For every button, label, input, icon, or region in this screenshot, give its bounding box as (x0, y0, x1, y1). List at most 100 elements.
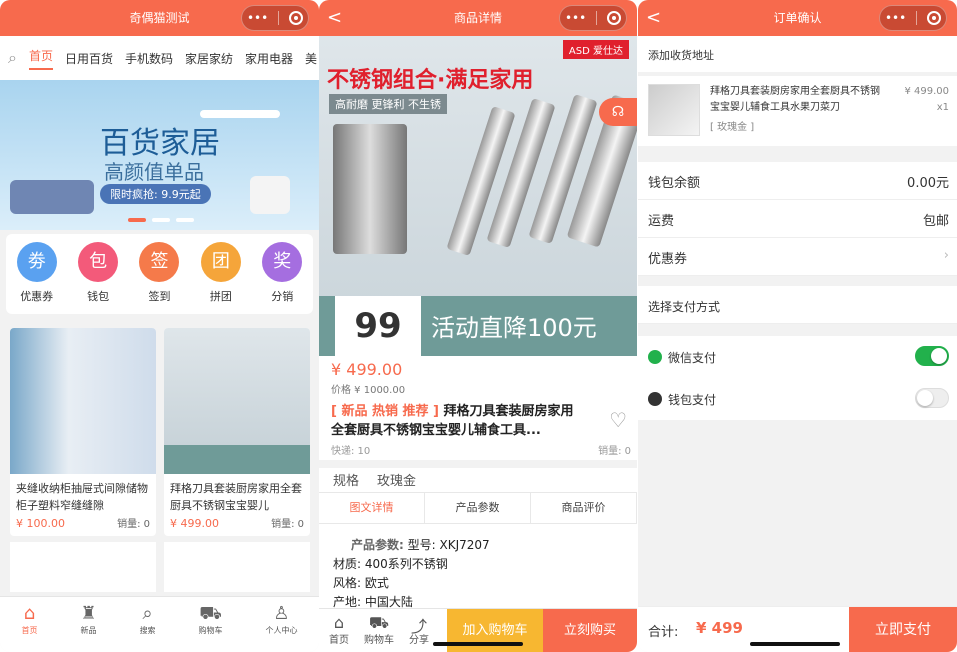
detail-screen: < 商品详情 ••• ASD 爱仕达 不锈钢组合·满足家用 高耐磨 更锋利 不生… (319, 0, 637, 652)
signin-entry[interactable]: 签签到 (139, 242, 180, 304)
product-grid: 夹缝收纳柜抽屉式间隙储物柜子塑料窄缝缝隙 ¥ 100.00 销量: 0 拜格刀具… (10, 328, 310, 536)
param-style: 风格: 欧式 (333, 576, 389, 590)
tab-new[interactable]: ♜ 新品 (80, 603, 96, 652)
miniapp-capsule[interactable]: ••• (559, 5, 627, 31)
back-icon[interactable]: < (646, 0, 661, 36)
group-buy-label: 拼团 (209, 290, 232, 303)
miniapp-capsule[interactable]: ••• (241, 5, 309, 31)
home-title-bar: 奇偶猫测试 ••• (0, 0, 319, 36)
wallet-pay-toggle[interactable] (915, 388, 949, 408)
cart-icon: ⛟ (199, 603, 222, 624)
sofa-image (10, 180, 94, 214)
pay-method-title: 选择支付方式 (638, 286, 957, 324)
category-tab-2[interactable]: 手机数码 (125, 50, 173, 67)
distribution-entry[interactable]: 奖分销 (262, 242, 303, 304)
order-item-price: ¥ 499.00 (904, 86, 949, 97)
product-info: ¥ 499.00 价格 ¥ 1000.00 [ 新品 热销 推荐 ] 拜格刀具套… (331, 360, 631, 457)
category-tab-3[interactable]: 家居家纺 (185, 50, 233, 67)
params-list: 产品参数: 型号: XKJ7207 材质: 400系列不锈钢 风格: 欧式 产地… (333, 536, 490, 612)
buy-now-button[interactable]: 立刻购买 (543, 609, 637, 652)
tab-profile[interactable]: ♙ 个人中心 (266, 603, 298, 652)
shipping-value: 包邮 (922, 214, 949, 229)
image-headline: 不锈钢组合·满足家用 (327, 68, 534, 93)
params-header: 产品参数: (351, 538, 404, 552)
bottom-home[interactable]: ⌂ 首页 (319, 609, 359, 652)
distribution-icon: 奖 (262, 242, 303, 282)
wallet-icon: 包 (78, 242, 119, 282)
feature-icon-row: 劵优惠券 包钱包 签签到 团拼团 奖分销 (6, 234, 313, 314)
image-promo-strip: 99 活动直降100元 (319, 296, 637, 356)
tab-reviews[interactable]: 商品评价 (531, 493, 637, 523)
banner-indicator (128, 218, 194, 222)
close-miniapp-icon[interactable] (289, 11, 304, 25)
wallet-pay-row[interactable]: 钱包支付 (638, 378, 957, 420)
product-main-image[interactable]: ASD 爱仕达 不锈钢组合·满足家用 高耐磨 更锋利 不生锈 ☊ 99 活动直降… (319, 36, 637, 356)
coupon-label: 优惠券 (648, 252, 688, 267)
coupon-entry[interactable]: 劵优惠券 (16, 242, 57, 304)
share-icon: ⤴ (410, 617, 427, 636)
sales-count: 销量: 0 (598, 446, 631, 457)
original-price: 价格 ¥ 1000.00 (331, 385, 406, 396)
tab-cart-label: 购物车 (198, 626, 223, 635)
home-icon: ⌂ (333, 613, 345, 632)
order-title: 订单确认 (773, 11, 822, 25)
home-indicator (750, 642, 840, 646)
product-sales: 销量: 0 (271, 519, 304, 530)
close-miniapp-icon[interactable] (927, 11, 942, 25)
spec-value: 玫瑰金 (377, 474, 417, 489)
bag-icon: ♜ (80, 603, 97, 624)
more-icon[interactable]: ••• (565, 0, 586, 36)
signin-icon: 签 (139, 242, 180, 282)
wallet-entry[interactable]: 包钱包 (78, 242, 119, 304)
favorite-heart-icon[interactable]: ♡ (609, 408, 627, 432)
spec-row[interactable]: 规格 玫瑰金 (319, 460, 637, 492)
miniapp-capsule[interactable]: ••• (879, 5, 947, 31)
param-model: 型号: XKJ7207 (407, 538, 490, 552)
wechat-pay-row[interactable]: 微信支付 (638, 336, 957, 378)
order-item: 拜格刀具套装厨房家用全套厨具不锈钢宝宝婴儿辅食工具水果刀菜刀 [ 玫瑰金 ] ¥… (638, 76, 957, 146)
product-meta: 快递: 10 销量: 0 (331, 442, 631, 457)
tab-graphic-detail[interactable]: 图文详情 (319, 493, 425, 523)
more-icon[interactable]: ••• (885, 0, 906, 36)
image-subline: 高耐磨 更锋利 不生锈 (329, 94, 447, 114)
tab-profile-label: 个人中心 (265, 626, 298, 635)
category-tab-4[interactable]: 家用电器 (245, 50, 293, 67)
bottom-cart-label: 购物车 (364, 635, 394, 646)
pay-now-button[interactable]: 立即支付 (849, 607, 957, 652)
product-card[interactable]: 夹缝收纳柜抽屉式间隙储物柜子塑料窄缝缝隙 ¥ 100.00 销量: 0 (10, 328, 156, 536)
home-icon: ⌂ (23, 603, 36, 624)
tab-cart[interactable]: ⛟ 购物车 (199, 603, 223, 652)
promo-banner[interactable]: 百货家居 高颜值单品 限时疯抢: 9.9元起 (0, 80, 319, 230)
customer-service-icon[interactable]: ☊ (599, 98, 637, 126)
tab-search[interactable]: ⌕ 搜索 (140, 603, 156, 652)
category-tab-5[interactable]: 美 (305, 50, 317, 67)
shelf-decoration (200, 110, 280, 118)
product-sales: 销量: 0 (117, 519, 150, 530)
back-icon[interactable]: < (327, 0, 342, 36)
wallet-balance-row: 钱包余额 0.00元 (638, 162, 957, 200)
close-miniapp-icon[interactable] (607, 11, 622, 25)
search-icon[interactable]: ⌕ (8, 48, 17, 68)
product-image (164, 328, 310, 474)
wechat-pay-toggle[interactable] (915, 346, 949, 366)
category-tab-0[interactable]: 首页 (28, 47, 53, 70)
more-icon[interactable]: ••• (247, 0, 268, 36)
wallet-label: 钱包 (87, 290, 110, 303)
tab-product-params[interactable]: 产品参数 (425, 493, 531, 523)
add-address-row[interactable]: 添加收货地址 (638, 36, 957, 72)
param-material: 材质: 400系列不锈钢 (333, 557, 448, 571)
product-card-placeholder (10, 542, 156, 592)
coupon-row[interactable]: 优惠券 › (638, 238, 957, 276)
order-item-price-block: ¥ 499.00 x1 (904, 84, 949, 116)
bottom-cart[interactable]: ⛟ 购物车 (359, 609, 399, 652)
product-card[interactable]: 拜格刀具套装厨房家用全套厨具不锈钢宝宝婴儿 ¥ 499.00 销量: 0 (164, 328, 310, 536)
product-tags: [ 新品 热销 推荐 ] (331, 404, 439, 419)
category-tab-1[interactable]: 日用百货 (65, 50, 113, 67)
brand-logo: ASD 爱仕达 (562, 40, 629, 59)
product-price: ¥ 499.00 (170, 517, 219, 530)
group-buy-entry[interactable]: 团拼团 (200, 242, 241, 304)
order-title-bar: < 订单确认 ••• (638, 0, 957, 36)
wallet-pay-icon (648, 392, 662, 406)
order-item-thumbnail (648, 84, 700, 136)
tab-home[interactable]: ⌂ 首页 (21, 603, 37, 652)
